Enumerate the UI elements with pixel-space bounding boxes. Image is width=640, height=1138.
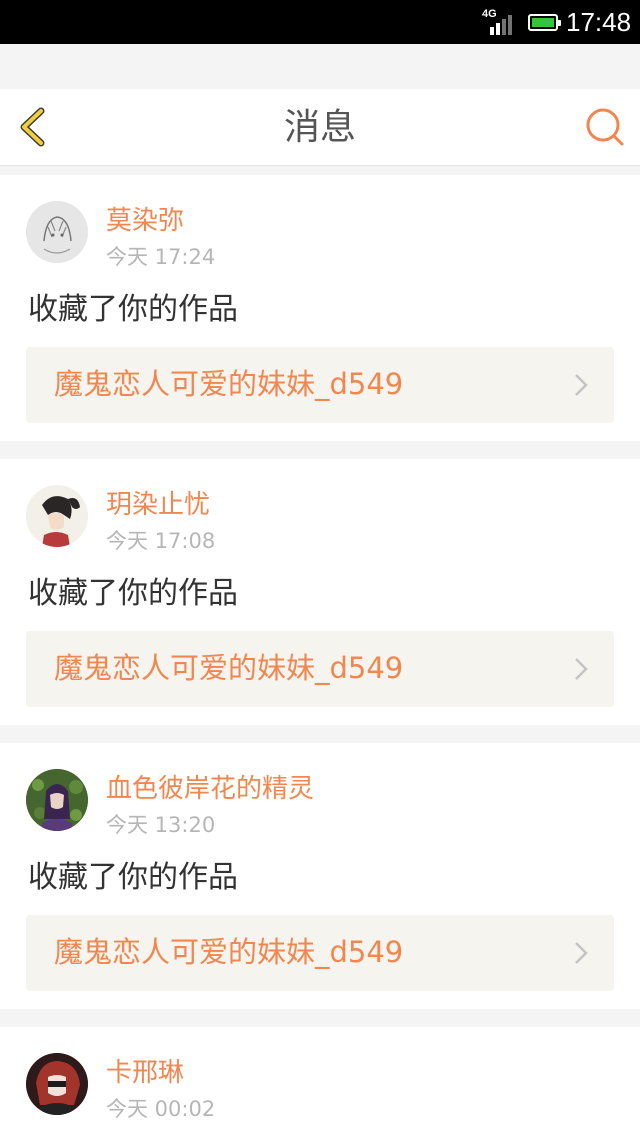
search-button[interactable] (584, 106, 626, 148)
message-card: 血色彼岸花的精灵 今天 13:20 收藏了你的作品 魔鬼恋人可爱的妹妹_d549 (0, 743, 640, 1009)
action-text: 收藏了你的作品 (28, 860, 238, 895)
action-text: 收藏了你的作品 (28, 576, 238, 611)
username[interactable]: 莫染弥 (106, 206, 184, 236)
timestamp: 今天 17:08 (106, 529, 216, 553)
avatar[interactable] (26, 769, 88, 831)
chevron-right-icon (575, 374, 588, 396)
username[interactable]: 玥染止忧 (106, 490, 210, 520)
timestamp: 今天 00:02 (106, 1097, 216, 1121)
chevron-right-icon (575, 942, 588, 964)
work-title: 魔鬼恋人可爱的妹妹_d549 (54, 367, 404, 401)
search-icon (586, 108, 624, 146)
status-time: 17:48 (566, 7, 632, 37)
work-title: 魔鬼恋人可爱的妹妹_d549 (54, 935, 404, 969)
username[interactable]: 卡邢琳 (106, 1058, 184, 1088)
username[interactable]: 血色彼岸花的精灵 (106, 774, 314, 804)
avatar[interactable] (26, 485, 88, 547)
timestamp: 今天 13:20 (106, 813, 216, 837)
work-link[interactable]: 魔鬼恋人可爱的妹妹_d549 (26, 347, 614, 423)
action-text: 收藏了你的作品 (28, 292, 238, 327)
nav-bar: 消息 (0, 89, 640, 166)
work-link[interactable]: 魔鬼恋人可爱的妹妹_d549 (26, 915, 614, 991)
message-card: 玥染止忧 今天 17:08 收藏了你的作品 魔鬼恋人可爱的妹妹_d549 (0, 459, 640, 725)
signal-icon: 4G (482, 9, 518, 35)
avatar[interactable] (26, 1053, 88, 1115)
page-title: 消息 (283, 107, 356, 148)
status-bar: 4G 17:48 (0, 0, 640, 44)
chevron-right-icon (575, 658, 588, 680)
timestamp: 今天 17:24 (106, 245, 216, 269)
battery-icon (528, 14, 561, 31)
avatar[interactable] (26, 201, 88, 263)
work-title: 魔鬼恋人可爱的妹妹_d549 (54, 651, 404, 685)
message-card: 卡邢琳 今天 00:02 (0, 1027, 640, 1138)
message-card: 莫染弥 今天 17:24 收藏了你的作品 魔鬼恋人可爱的妹妹_d549 (0, 175, 640, 441)
work-link[interactable]: 魔鬼恋人可爱的妹妹_d549 (26, 631, 614, 707)
